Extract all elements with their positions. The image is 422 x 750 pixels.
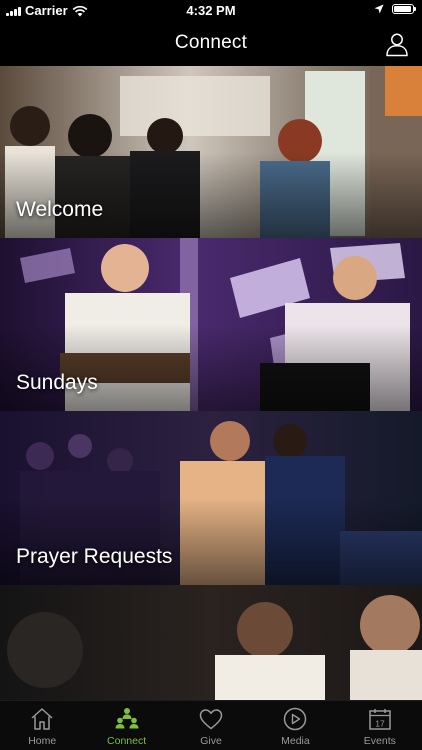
navigation-bar: Connect bbox=[0, 22, 422, 66]
tab-events-label: Events bbox=[363, 735, 396, 747]
location-arrow-icon bbox=[374, 4, 384, 14]
tile-sundays-label: Sundays bbox=[16, 371, 98, 394]
connect-feed: Welcome Sundays Prayer Requests bbox=[0, 66, 422, 700]
status-right bbox=[374, 4, 416, 14]
status-bar: Carrier 4:32 PM bbox=[0, 0, 422, 22]
tab-home[interactable]: Home bbox=[0, 701, 84, 750]
user-profile-icon[interactable] bbox=[384, 31, 410, 57]
battery-level bbox=[394, 6, 412, 12]
calendar-icon-day: 17 bbox=[375, 719, 385, 729]
play-icon bbox=[284, 707, 307, 731]
tile-welcome-label: Welcome bbox=[16, 198, 104, 221]
tab-give-label: Give bbox=[200, 735, 222, 747]
calendar-icon: 17 bbox=[369, 709, 391, 730]
tile-prayer-requests-label: Prayer Requests bbox=[16, 545, 173, 568]
tab-connect-label: Connect bbox=[107, 735, 147, 747]
tab-give[interactable]: Give bbox=[169, 701, 253, 750]
tab-media-label: Media bbox=[281, 735, 310, 747]
status-time: 4:32 PM bbox=[186, 3, 236, 18]
tile-welcome[interactable]: Welcome bbox=[0, 66, 422, 238]
tile-prayer-requests[interactable]: Prayer Requests bbox=[0, 411, 422, 585]
tab-home-label: Home bbox=[28, 735, 57, 747]
tab-events[interactable]: 17 Events bbox=[338, 701, 422, 750]
tab-media[interactable]: Media bbox=[253, 701, 337, 750]
tab-connect[interactable]: Connect bbox=[84, 701, 168, 750]
battery-icon bbox=[392, 4, 416, 14]
home-icon bbox=[31, 708, 53, 730]
connect-icon bbox=[115, 708, 139, 729]
page-title: Connect bbox=[174, 32, 248, 53]
tile-fourth[interactable] bbox=[0, 585, 422, 700]
fourth-tile-photo bbox=[0, 585, 422, 700]
tab-bar: Home Connect Give Media 17 Events bbox=[0, 700, 422, 750]
heart-icon bbox=[199, 709, 223, 730]
tile-sundays[interactable]: Sundays bbox=[0, 238, 422, 411]
